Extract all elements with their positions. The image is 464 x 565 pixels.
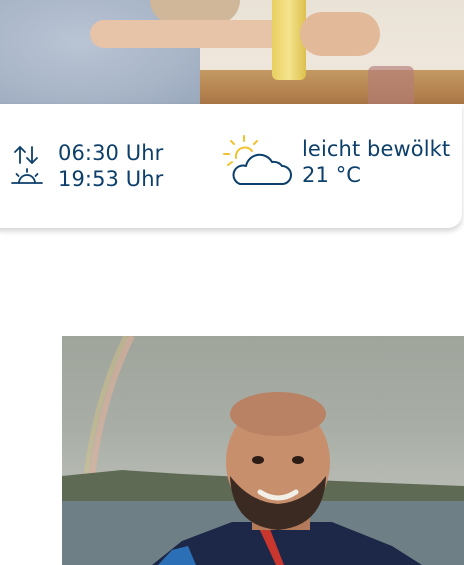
sunrise-sunset-icon (10, 143, 44, 189)
person-hands (300, 12, 380, 56)
sunset-time: 19:53 Uhr (58, 167, 164, 191)
portrait-illustration (62, 336, 464, 565)
hero-photo (0, 0, 464, 104)
weather-temperature: 21 °C (302, 163, 362, 187)
page: 06:30 Uhr 19:53 Uhr leicht bewölkt 21 °C (0, 0, 464, 565)
sun-times: 06:30 Uhr 19:53 Uhr (10, 140, 163, 192)
info-card: 06:30 Uhr 19:53 Uhr leicht bewölkt 21 °C (0, 104, 462, 228)
sunrise-time: 06:30 Uhr (58, 141, 164, 165)
weather: leicht bewölkt 21 °C (220, 134, 450, 190)
glass (368, 66, 414, 104)
partly-cloudy-icon (220, 134, 296, 190)
portrait-photo (62, 336, 464, 565)
weather-condition: leicht bewölkt (302, 137, 451, 161)
